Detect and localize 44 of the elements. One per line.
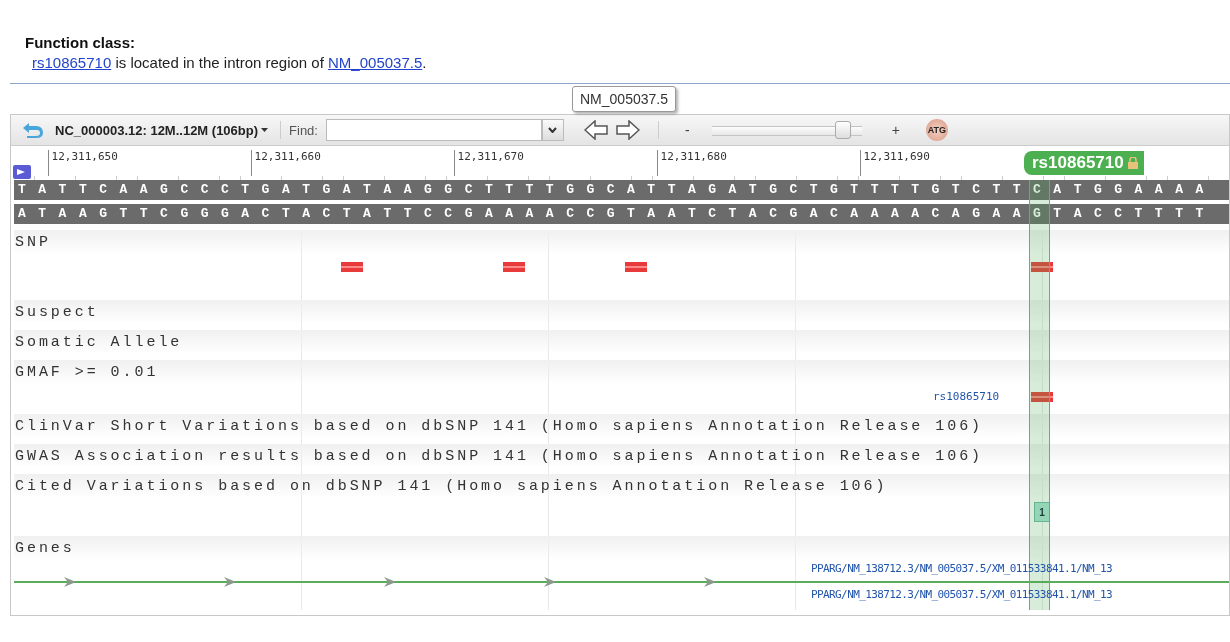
find-dropdown-button[interactable]	[541, 119, 564, 141]
track-label: SNP	[14, 233, 51, 251]
left-arrow-icon	[583, 120, 608, 140]
sequence-dropdown[interactable]: NC_000003.12: 12M..12M (106bp)	[51, 122, 273, 138]
count-badge[interactable]: 1	[1034, 502, 1051, 522]
previous-button[interactable]	[583, 120, 608, 140]
ruler-tick-label: 12,311,660	[250, 150, 321, 176]
back-icon[interactable]	[21, 122, 43, 138]
reverse-strand-sequence: ATAAGTTCGGGACTACTATTCCGAAAACCGTAATCTACGACAAAACAGAAGTACCTTTT	[14, 204, 1229, 224]
gene-track-drawing[interactable]	[14, 575, 1229, 589]
strand-icon[interactable]	[13, 165, 31, 179]
ruler-tick-label: 12,311,670	[453, 150, 524, 176]
caret-icon	[261, 128, 269, 132]
function-class-sentence: rs10865710 is located in the intron region of NM_005037.5.	[31, 53, 428, 71]
zoom-in-button[interactable]: +	[885, 122, 906, 138]
variant-marker[interactable]	[625, 262, 648, 272]
track-label: Somatic Allele	[14, 333, 183, 351]
track-label: GWAS Association results based on dbSNP 141 (Homo sapiens Annotation Release 106)	[14, 447, 984, 465]
track-label: ClinVar Short Variations based on dbSNP 141 (Homo sapiens Annotation Release 106)	[14, 417, 984, 435]
slider-thumb[interactable]	[835, 121, 852, 139]
section-heading: Function class:	[25, 34, 137, 51]
next-button[interactable]	[615, 120, 640, 140]
ruler-tick-label: 12,311,680	[656, 150, 727, 176]
track-label: Suspect	[14, 303, 99, 321]
track-label: Genes	[14, 539, 75, 557]
find-label: Find:	[289, 122, 318, 138]
tooltip: NM_005037.5	[572, 86, 676, 112]
variant-marker[interactable]	[1031, 262, 1054, 272]
chevron-down-icon	[548, 127, 558, 133]
ruler-tick-label: 12,311,690	[859, 150, 930, 176]
track-label: Cited Variations based on dbSNP 141 (Homo sapiens Annotation Release 106)	[14, 477, 888, 495]
variant-marker[interactable]	[340, 262, 363, 272]
forward-strand-sequence: TATTCAAGCCCTGATGATAAGGCTTTTGGCATTAGATGCTGTTTTGTCTTCATGGAAAA	[14, 180, 1229, 200]
variant-marker[interactable]	[1031, 392, 1054, 402]
link[interactable]: rs10865710	[32, 54, 112, 71]
variant-marker[interactable]	[503, 262, 526, 272]
find-field[interactable]	[325, 119, 542, 141]
track-label: GMAF >= 0.01	[14, 363, 159, 381]
right-arrow-icon	[615, 120, 640, 140]
sequence-button[interactable]: ATG	[925, 119, 948, 141]
lock-icon	[1127, 157, 1138, 169]
ruler-tick-label: 12,311,650	[47, 150, 118, 176]
variant-label[interactable]: rs10865710	[932, 390, 1000, 403]
zoom-out-button[interactable]: -	[678, 122, 696, 138]
